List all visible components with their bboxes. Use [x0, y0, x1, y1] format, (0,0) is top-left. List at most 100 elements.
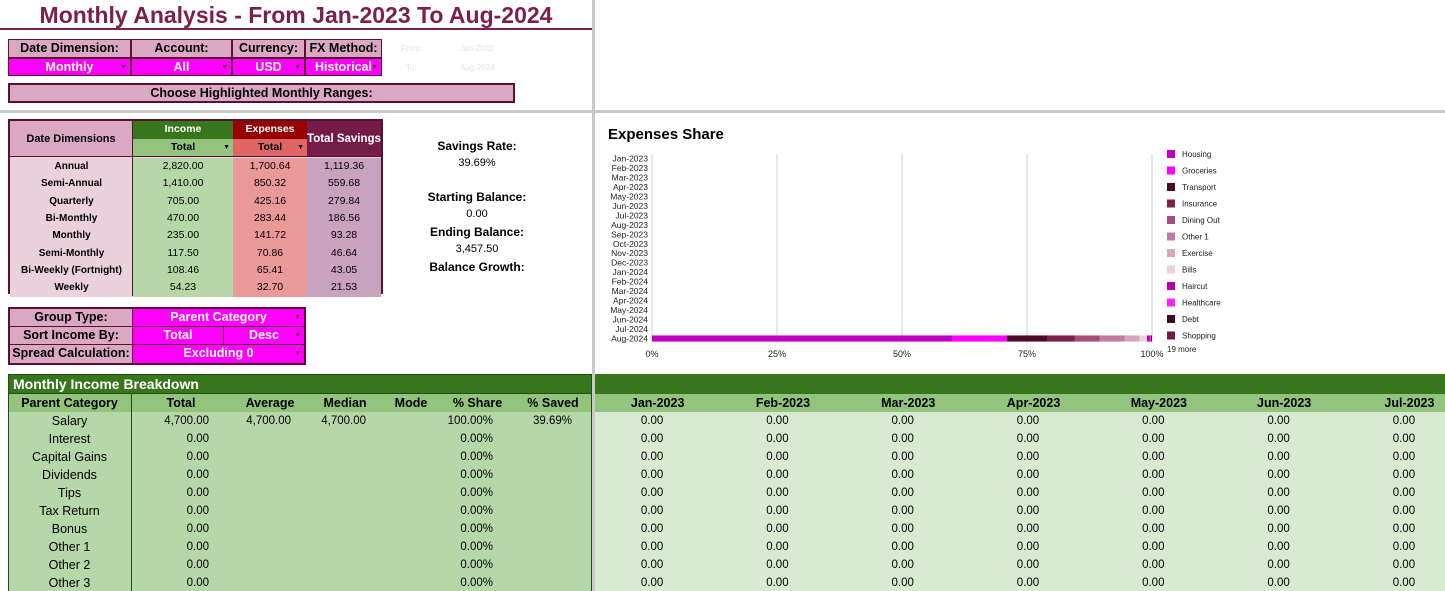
breakdown-month-value: 0.00: [766, 559, 789, 571]
summary-row-label: Semi-Annual: [10, 175, 133, 194]
savings-rate-value: 39.69%: [458, 157, 496, 169]
breakdown-category-name: Bonus: [51, 522, 88, 536]
sort-income-value: Total: [163, 328, 193, 342]
chart-legend-label: Housing: [1182, 150, 1211, 159]
breakdown-month-value: 0.00: [891, 433, 914, 445]
chart-bar-segment: [1149, 335, 1151, 342]
summary-row-savings: 186.56: [307, 209, 381, 228]
breakdown-cell-share: 0.00%: [460, 469, 493, 481]
breakdown-cell-share: 0.00%: [460, 577, 493, 589]
chart-legend-label: Healthcare: [1182, 299, 1221, 308]
chart-bar-segment: [1139, 335, 1147, 342]
highlight-ranges-button[interactable]: Choose Highlighted Monthly Ranges:: [8, 83, 515, 103]
chart-legend-swatch: [1167, 166, 1175, 175]
chart-x-tick-label: 50%: [893, 349, 911, 359]
to-value: Aug-2024: [460, 63, 495, 72]
from-label: From:: [401, 44, 422, 53]
breakdown-cell-median: [309, 466, 366, 484]
breakdown-cell-share: 0.00%: [460, 505, 493, 517]
group-type-dropdown[interactable]: Parent Category ▼: [133, 309, 304, 327]
spread-dropdown[interactable]: Excluding 0 ▼: [133, 345, 304, 363]
chart-legend-label: Bills: [1182, 266, 1197, 275]
currency-dropdown[interactable]: USD ▼: [232, 58, 305, 76]
breakdown-cell-average: [231, 574, 291, 591]
date-dimensions-header: Date Dimensions: [10, 121, 133, 157]
chevron-down-icon: ▼: [294, 64, 301, 71]
summary-row-savings: 559.68: [307, 175, 381, 194]
summary-row-label: Annual: [10, 158, 133, 176]
breakdown-column-header: Parent Category: [21, 396, 118, 410]
breakdown-cell-average: [231, 484, 291, 502]
breakdown-cell-average: [231, 466, 291, 484]
breakdown-month-value: 0.00: [891, 523, 914, 535]
breakdown-category-name: Tax Return: [39, 504, 100, 518]
breakdown-month-value: 0.00: [891, 505, 914, 517]
breakdown-month-value: 0.00: [1142, 541, 1165, 553]
sort-order-dropdown[interactable]: Desc ▼: [224, 327, 304, 345]
summary-row-expenses: 32.70: [233, 279, 307, 297]
options-panel: Group Type: Parent Category ▼ Sort Incom…: [8, 307, 306, 365]
ending-balance-value: 3,457.50: [455, 243, 499, 255]
summary-row-income: 705.00: [133, 192, 233, 211]
expenses-share-chart-svg: Expenses Share0% 25% 50% 75% 100%Jan-2023Feb…: [608, 126, 1221, 359]
expenses-type-dropdown[interactable]: Total ▼: [233, 139, 307, 157]
breakdown-month-value: 0.00: [640, 415, 664, 427]
breakdown-month-value: 0.00: [1392, 469, 1416, 481]
breakdown-month-value: 0.00: [891, 577, 914, 589]
chart-legend-swatch: [1167, 265, 1175, 274]
chart-title: Expenses Share: [608, 126, 724, 143]
breakdown-month-value: 0.00: [1016, 433, 1040, 445]
breakdown-cell-median: [309, 538, 366, 556]
chevron-down-icon: ▼: [120, 64, 127, 71]
breakdown-cell-share: 0.00%: [460, 541, 493, 553]
breakdown-month-value: 0.00: [766, 451, 789, 463]
to-label: To:: [406, 63, 417, 72]
sort-income-dropdown[interactable]: Total: [133, 327, 224, 345]
total-savings-header: Total Savings: [307, 121, 381, 157]
summary-divider: [132, 121, 133, 296]
breakdown-month-value: 0.00: [891, 469, 914, 481]
fx-method-dropdown[interactable]: Historical ▼: [305, 58, 382, 76]
breakdown-category-name: Salary: [51, 414, 88, 428]
account-dropdown[interactable]: All ▼: [131, 58, 232, 76]
breakdown-cell-average: [231, 448, 291, 466]
breakdown-cell-share: 0.00%: [460, 487, 493, 499]
sort-order-value: Desc: [249, 328, 279, 342]
income-type-dropdown[interactable]: Total ▼: [133, 139, 233, 157]
chart-bar-segment: [1151, 335, 1152, 342]
chart-y-tick-label: Aug-2024: [611, 333, 648, 343]
summary-row-savings: 21.53: [307, 279, 381, 297]
breakdown-month-value: 0.00: [1016, 415, 1040, 427]
chart-bar-segment: [1074, 335, 1100, 342]
breakdown-column-header: % Saved: [527, 396, 579, 410]
breakdown-month-value: 0.00: [766, 505, 789, 517]
balance-growth-label: Balance Growth:: [429, 260, 525, 274]
sort-income-label: Sort Income By:: [10, 327, 133, 345]
summary-row-expenses: 425.16: [233, 192, 307, 211]
breakdown-cell-average: [231, 556, 291, 574]
breakdown-month-value: 0.00: [891, 415, 914, 427]
breakdown-cell-saved: [514, 574, 572, 591]
date-dimension-value: Monthly: [45, 60, 94, 74]
summary-row-income: 108.46: [133, 261, 233, 280]
breakdown-cell-mode: [381, 556, 441, 574]
breakdown-category-name: Other 1: [48, 540, 91, 554]
chart-x-tick-label: 75%: [1018, 349, 1036, 359]
summary-row-label: Bi-Monthly: [10, 209, 133, 228]
breakdown-month-value: 0.00: [640, 577, 664, 589]
breakdown-title: Monthly Income Breakdown: [13, 376, 199, 392]
breakdown-month-value: 0.00: [1267, 559, 1290, 571]
chart-legend-label: Debt: [1182, 315, 1200, 324]
breakdown-column-header: Average: [245, 396, 295, 410]
date-dimension-dropdown[interactable]: Monthly ▼: [8, 58, 131, 76]
breakdown-month-value: 0.00: [1267, 451, 1290, 463]
breakdown-cell-average: 4,700.00: [246, 415, 291, 427]
expenses-type-value: Total: [257, 141, 283, 153]
breakdown-cell-saved: [514, 466, 572, 484]
breakdown-month-value: 0.00: [1016, 487, 1040, 499]
chart-legend-swatch: [1167, 298, 1175, 307]
chart-bar-segment: [1007, 335, 1047, 342]
breakdown-column-header: Median: [323, 396, 367, 410]
breakdown-cell-mode: [381, 520, 441, 538]
breakdown-month-value: 0.00: [1142, 559, 1165, 571]
